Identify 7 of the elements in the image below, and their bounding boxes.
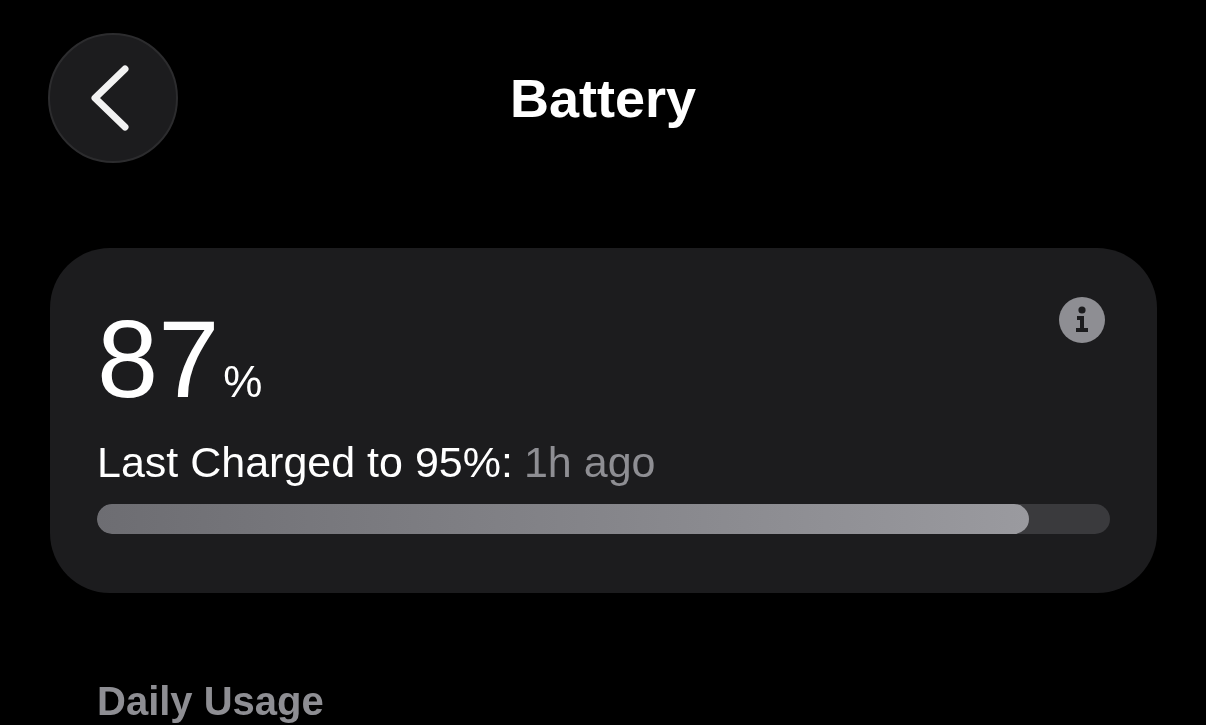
last-charged-time: 1h ago: [523, 441, 656, 484]
section-heading: Daily Usage: [97, 681, 324, 721]
battery-percentage: 87: [97, 304, 220, 414]
last-charged-label: Last Charged to 95%:: [97, 441, 513, 484]
info-icon[interactable]: [1059, 297, 1105, 343]
chevron-left-icon: [89, 65, 129, 131]
percent-sign: %: [223, 360, 263, 404]
